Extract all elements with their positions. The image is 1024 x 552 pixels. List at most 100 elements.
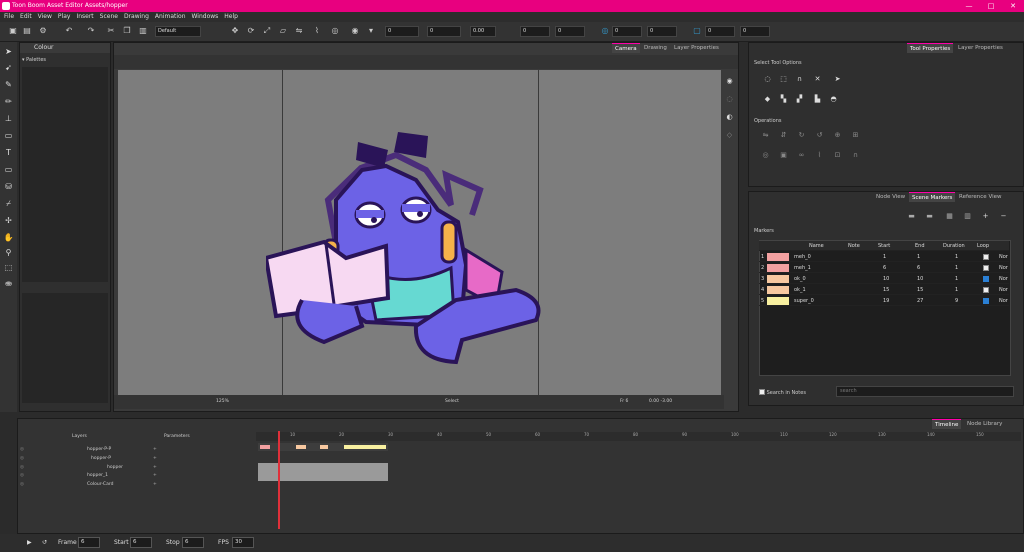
marker-ok-0[interactable] [296,445,306,449]
layer-add-param-icon[interactable]: + [153,471,157,480]
marker-start[interactable]: 10 [881,274,889,284]
menu-animation[interactable]: Animation [155,12,186,22]
zoom-level[interactable]: 125% [216,395,229,409]
workspace-select[interactable]: Default [155,26,201,37]
layer-visibility-icon[interactable]: ◎ [20,454,24,463]
close-button[interactable]: ✕ [1002,0,1024,12]
layer-visibility-icon[interactable]: ◎ [20,463,24,472]
marker-name[interactable]: meh_0 [792,252,811,262]
layer-visibility-icon[interactable]: ◎ [20,445,24,454]
save-as-icon[interactable]: ▤ [22,26,32,36]
skew-icon[interactable]: ▱ [278,26,288,36]
cut-icon[interactable]: ✂ [106,26,116,36]
text-tool-icon[interactable]: T [3,147,14,158]
rotate-cw-icon[interactable]: ↻ [797,131,806,140]
swatch-area[interactable] [22,293,108,403]
marker-tool-1-icon[interactable]: ▬ [907,212,916,221]
light-table-icon[interactable]: ◉ [350,26,360,36]
layer-name[interactable]: hopper_1 [87,471,108,480]
tab-tool-properties[interactable]: Tool Properties [907,43,954,53]
tab-layer-properties[interactable]: Layer Properties [671,43,722,53]
snap-icon[interactable]: ∩ [795,75,804,84]
loop-icon[interactable]: ↺ [42,538,47,548]
timeline-layer-row[interactable]: ◎ hopper + [17,463,247,472]
marker-loop-checkbox[interactable] [983,287,989,293]
select-tool-icon[interactable]: ➤ [3,46,14,57]
dropdown-arrow-icon[interactable]: ▾ [366,26,376,36]
marker-end[interactable]: 6 [915,263,920,273]
transform-icon[interactable]: ✥ [230,26,240,36]
light-table-side-icon[interactable]: ◐ [725,113,734,122]
menu-help[interactable]: Help [224,12,238,22]
layer-visibility-icon[interactable]: ◎ [20,480,24,489]
menu-insert[interactable]: Insert [76,12,93,22]
x-field[interactable]: 0 [385,26,419,37]
play-icon[interactable]: ▶ [27,538,32,548]
marker-end[interactable]: 10 [915,274,923,284]
marker-start[interactable]: 15 [881,285,889,295]
field-2[interactable]: 0 [555,26,585,37]
marker-color-swatch[interactable] [767,253,789,261]
menu-scene[interactable]: Scene [100,12,118,22]
marker-row[interactable]: 2 meh_1 6 6 1 Nor [759,263,1009,273]
zoom-tool-icon[interactable]: ⚲ [3,247,14,258]
onion-icon[interactable]: ◌ [725,95,734,104]
field-5[interactable]: 0 [705,26,735,37]
marker-tool-4-icon[interactable]: ▥ [963,212,972,221]
camera-tool-icon[interactable]: ⛂ [3,278,14,289]
palette-list[interactable] [22,67,108,282]
deform-icon[interactable]: ⌇ [312,26,322,36]
pointer-icon[interactable]: ➤ [833,75,842,84]
layer-add-param-icon[interactable]: + [153,454,157,463]
remove-marker-icon[interactable]: − [999,212,1008,221]
y-field[interactable]: 0 [427,26,461,37]
contour-editor-icon[interactable]: ➹ [3,62,14,73]
grid-op-icon[interactable]: ⊡ [833,151,842,160]
flip-h-icon[interactable]: ⇋ [761,131,770,140]
marker-tool-3-icon[interactable]: ▦ [945,212,954,221]
marker-duration[interactable]: 1 [953,274,958,284]
marker-name[interactable]: ok_0 [792,274,806,284]
flip-icon[interactable]: ⇋ [294,26,304,36]
marker-loop-checkbox[interactable] [983,298,989,304]
camera-op-icon[interactable]: ▣ [779,151,788,160]
layer-name[interactable]: Colour-Card [87,480,113,489]
tab-drawing[interactable]: Drawing [641,43,670,53]
undo-icon[interactable]: ↶ [64,26,74,36]
fps-field[interactable]: 30 [232,537,254,548]
marker-color-swatch[interactable] [767,286,789,294]
marker-duration[interactable]: 1 [953,285,958,295]
timeline-layer-row[interactable]: ◎ Colour-Card + [17,480,247,489]
frame-field[interactable]: 6 [78,537,100,548]
copy-icon[interactable]: ❐ [122,26,132,36]
marker-note[interactable] [846,274,848,284]
marker-start[interactable]: 1 [881,252,886,262]
marquee-icon[interactable]: ⬚ [779,75,788,84]
marker-duration[interactable]: 1 [953,263,958,273]
tab-layer-properties-right[interactable]: Layer Properties [955,43,1006,53]
stop-field[interactable]: 6 [182,537,204,548]
maximize-button[interactable]: □ [980,0,1002,12]
paste-icon[interactable]: ▥ [138,26,148,36]
field-6[interactable]: 0 [740,26,770,37]
marker-note[interactable] [846,263,848,273]
save-icon[interactable]: ▣ [8,26,18,36]
tab-reference-view[interactable]: Reference View [956,192,1005,202]
start-field[interactable]: 6 [130,537,152,548]
layer-name[interactable]: hopper-P-P [87,445,111,454]
marker-name[interactable]: meh_1 [792,263,811,273]
pivot-tool-icon[interactable]: ✢ [3,215,14,226]
hand-tool-icon[interactable]: ✋ [3,232,14,243]
notes-search-input[interactable]: search [836,386,1014,397]
paste-special-icon[interactable]: ▚ [779,95,788,104]
target-icon[interactable]: ◎ [600,26,610,36]
pivot-icon[interactable]: ▢ [692,26,702,36]
marker-tool-2-icon[interactable]: ▬ [925,212,934,221]
camera-view-icon[interactable]: ◉ [725,77,734,86]
add-marker-icon[interactable]: + [981,212,990,221]
marker-end[interactable]: 15 [915,285,923,295]
menu-file[interactable]: File [4,12,14,22]
tab-timeline[interactable]: Timeline [932,419,962,429]
playhead[interactable] [278,431,280,529]
marker-end[interactable]: 1 [915,252,920,262]
